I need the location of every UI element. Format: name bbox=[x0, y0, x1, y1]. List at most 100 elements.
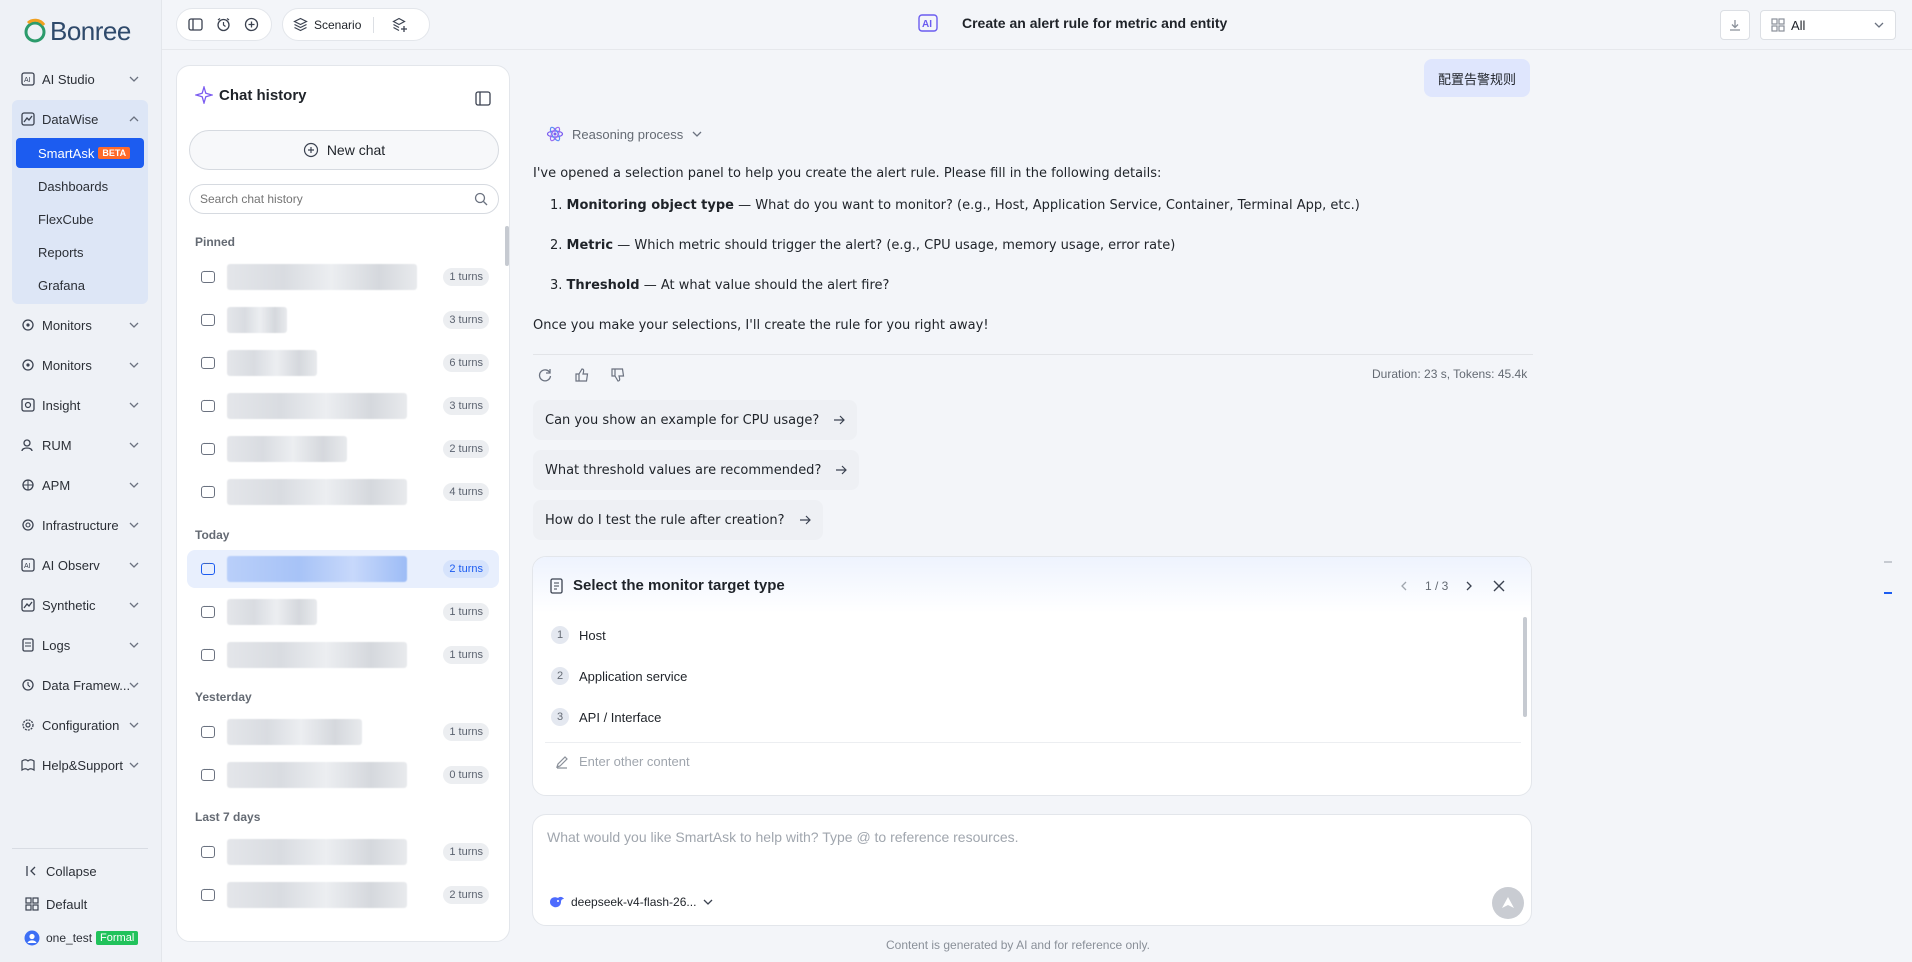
option-api-interface[interactable]: 3 API / Interface bbox=[551, 708, 661, 726]
bonree-logo-icon bbox=[24, 18, 46, 43]
thumbs-up-button[interactable] bbox=[572, 365, 592, 385]
blurred-chat-title bbox=[227, 719, 362, 745]
download-button[interactable] bbox=[1720, 10, 1750, 40]
add-scenario-button[interactable] bbox=[386, 11, 414, 39]
suggestion-chip[interactable]: What threshold values are recommended? bbox=[533, 450, 860, 490]
nav-ai-studio-label: AI Studio bbox=[42, 71, 95, 87]
section-pinned: Pinned bbox=[195, 235, 236, 249]
search-icon[interactable] bbox=[474, 192, 488, 206]
step-label: Monitoring object type bbox=[566, 198, 734, 213]
nav-data-framework[interactable]: Data Framew... bbox=[12, 668, 148, 702]
send-button[interactable] bbox=[1492, 887, 1524, 919]
turn-count: 1 turns bbox=[443, 268, 489, 286]
history-item[interactable]: 1 turns bbox=[187, 636, 499, 674]
history-item[interactable]: 1 turns bbox=[187, 833, 499, 871]
close-icon[interactable] bbox=[1492, 579, 1506, 593]
default-workspace[interactable]: Default bbox=[16, 887, 152, 921]
thumbs-down-button[interactable] bbox=[608, 365, 628, 385]
option-application-service[interactable]: 2 Application service bbox=[551, 667, 687, 685]
collapse-panel-button[interactable] bbox=[471, 86, 495, 110]
page-anchor-marker-active[interactable] bbox=[1884, 592, 1892, 594]
nav-grafana[interactable]: Grafana bbox=[26, 270, 144, 300]
step-text: — What do you want to monitor? (e.g., Ho… bbox=[734, 198, 1360, 213]
history-item[interactable]: 4 turns bbox=[187, 473, 499, 511]
suggestion-chip[interactable]: Can you show an example for CPU usage? bbox=[533, 400, 858, 440]
chat-bubble-icon bbox=[201, 438, 215, 455]
blurred-chat-title bbox=[227, 599, 317, 625]
next-page-icon[interactable] bbox=[1464, 580, 1474, 592]
nav-rum[interactable]: RUM bbox=[12, 428, 148, 462]
ai-studio-icon: AI bbox=[20, 71, 36, 87]
nav-flexcube[interactable]: FlexCube bbox=[26, 204, 144, 234]
chevron-down-icon bbox=[1874, 22, 1884, 28]
history-item[interactable]: 1 turns bbox=[187, 593, 499, 631]
chevron-down-icon bbox=[129, 522, 139, 528]
history-item[interactable]: 6 turns bbox=[187, 344, 499, 382]
scenario-button[interactable]: Scenario bbox=[293, 17, 361, 32]
option-number: 3 bbox=[551, 708, 569, 726]
history-item[interactable]: 2 turns bbox=[187, 430, 499, 468]
collapse-button[interactable]: Collapse bbox=[16, 854, 152, 888]
history-item[interactable]: 1 turns bbox=[187, 258, 499, 296]
nav-apm[interactable]: APM bbox=[12, 468, 148, 502]
nav-synthetic[interactable]: Synthetic bbox=[12, 588, 148, 622]
new-chat-button[interactable]: New chat bbox=[189, 130, 499, 170]
page-anchor-marker[interactable] bbox=[1884, 561, 1892, 563]
nav-ai-observ[interactable]: AI AI Observ bbox=[12, 548, 148, 582]
nav-configuration-label: Configuration bbox=[42, 717, 120, 733]
chat-history-header: Chat history bbox=[195, 86, 307, 104]
chat-bubble-icon bbox=[201, 266, 215, 283]
data-framework-icon bbox=[20, 677, 36, 693]
selector-scrollbar[interactable] bbox=[1523, 617, 1527, 717]
history-item[interactable]: 1 turns bbox=[187, 713, 499, 751]
nav-reports[interactable]: Reports bbox=[26, 237, 144, 267]
nav-monitors-2[interactable]: Monitors bbox=[12, 348, 148, 382]
nav-infrastructure[interactable]: Infrastructure bbox=[12, 508, 148, 542]
history-item[interactable]: 3 turns bbox=[187, 301, 499, 339]
blurred-chat-title bbox=[227, 479, 407, 505]
bonree-logo[interactable]: Bonree bbox=[22, 14, 131, 48]
svg-text:AI: AI bbox=[922, 19, 932, 30]
option-host[interactable]: 1 Host bbox=[551, 626, 606, 644]
alarm-button[interactable] bbox=[209, 11, 237, 39]
history-scrollbar[interactable] bbox=[505, 226, 509, 266]
nav-insight[interactable]: Insight bbox=[12, 388, 148, 422]
nav-help-support[interactable]: Help&Support bbox=[12, 748, 148, 782]
chat-bubble-icon bbox=[201, 601, 215, 618]
suggestion-chip[interactable]: How do I test the rule after creation? bbox=[533, 500, 823, 540]
message-divider bbox=[533, 354, 1533, 355]
user-profile[interactable]: one_test Formal bbox=[16, 921, 152, 955]
history-item[interactable]: 0 turns bbox=[187, 756, 499, 794]
composer-input[interactable]: What would you like SmartAsk to help wit… bbox=[547, 829, 1019, 845]
chat-bubble-icon bbox=[201, 764, 215, 781]
section-last-7-days: Last 7 days bbox=[195, 810, 261, 824]
search-input[interactable] bbox=[200, 192, 474, 206]
nav-smartask[interactable]: SmartAsk BETA bbox=[16, 138, 144, 168]
pencil-icon bbox=[556, 755, 568, 769]
history-item-active[interactable]: 2 turns bbox=[187, 550, 499, 588]
nav-dashboards[interactable]: Dashboards bbox=[26, 171, 144, 201]
blurred-chat-title bbox=[227, 350, 317, 376]
reasoning-label: Reasoning process bbox=[572, 126, 684, 142]
turn-count: 1 turns bbox=[443, 646, 489, 664]
turn-count: 1 turns bbox=[443, 843, 489, 861]
history-item[interactable]: 2 turns bbox=[187, 876, 499, 914]
prev-page-icon[interactable] bbox=[1399, 580, 1409, 592]
form-icon bbox=[550, 577, 563, 594]
nav-ai-studio[interactable]: AI AI Studio bbox=[12, 62, 148, 96]
reasoning-toggle[interactable]: Reasoning process bbox=[546, 125, 703, 143]
nav-monitors-1[interactable]: Monitors bbox=[12, 308, 148, 342]
nav-configuration[interactable]: Configuration bbox=[12, 708, 148, 742]
nav-ai-observ-label: AI Observ bbox=[42, 557, 100, 573]
new-button[interactable] bbox=[237, 11, 265, 39]
history-item[interactable]: 3 turns bbox=[187, 387, 499, 425]
sidebar-toggle-button[interactable] bbox=[181, 11, 209, 39]
regenerate-button[interactable] bbox=[535, 365, 555, 385]
other-content-input[interactable]: Enter other content bbox=[555, 754, 690, 769]
nav-data-framework-label: Data Framew... bbox=[42, 677, 131, 693]
model-selector[interactable]: deepseek-v4-flash-26... bbox=[549, 895, 714, 909]
nav-logs[interactable]: Logs bbox=[12, 628, 148, 662]
nav-datawise[interactable]: DataWise bbox=[12, 102, 148, 136]
ai-observ-icon: AI bbox=[20, 557, 36, 573]
scope-select[interactable]: All bbox=[1760, 10, 1896, 40]
